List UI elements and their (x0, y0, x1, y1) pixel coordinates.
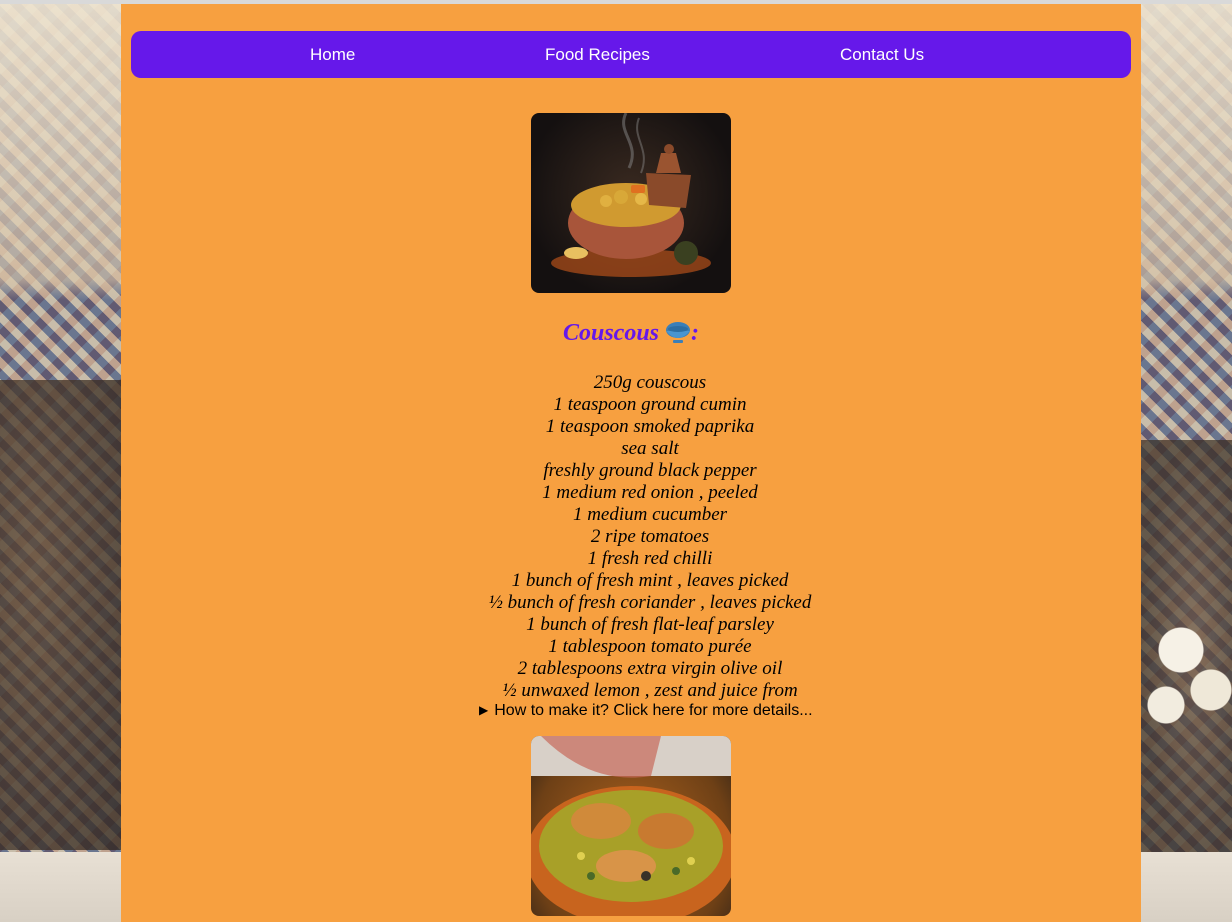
recipe-title: Couscous : (121, 320, 1141, 347)
ingredient-item: ½ bunch of fresh coriander , leaves pick… (488, 592, 812, 613)
ingredient-item: sea salt (621, 438, 679, 459)
nav-home-link[interactable]: Home (310, 31, 355, 78)
ingredient-item: 1 teaspoon ground cumin (553, 394, 747, 415)
ingredient-item: 1 medium cucumber (572, 504, 728, 525)
ingredient-item: 1 teaspoon smoked paprika (545, 416, 755, 437)
ingredient-item: 1 bunch of fresh flat-leaf parsley (526, 614, 774, 635)
recipe-title-colon: : (691, 320, 700, 346)
ingredient-item: 2 ripe tomatoes (590, 526, 710, 547)
ingredient-item: 250g couscous (593, 372, 707, 393)
content-panel: Home Food Recipes Contact Us Couscous: … (121, 4, 1141, 922)
ingredient-item: 1 bunch of fresh mint , leaves picked (511, 570, 789, 591)
details-summary-text: How to make it? Click here for more deta… (494, 702, 813, 719)
recipe-title-text: Couscous (562, 320, 660, 346)
ingredient-item: 1 fresh red chilli (587, 548, 713, 569)
nav-food-recipes-link[interactable]: Food Recipes (545, 31, 650, 78)
nav-contact-us-link[interactable]: Contact Us (840, 31, 924, 78)
background-chair (0, 380, 121, 850)
ingredient-item: 1 tablespoon tomato purée (548, 636, 752, 657)
tajine-photo (531, 736, 731, 916)
ingredients-list: 250g couscous 1 teaspoon ground cumin 1 … (121, 372, 1179, 702)
ingredient-item: freshly ground black pepper (543, 460, 757, 481)
ingredient-item: ½ unwaxed lemon , zest and juice from (502, 680, 798, 701)
disclosure-triangle-icon: ▶ (479, 703, 489, 717)
how-to-details-toggle[interactable]: ▶ How to make it? Click here for more det… (479, 702, 813, 720)
bowl-icon (666, 322, 691, 343)
ingredient-item: 2 tablespoons extra virgin olive oil (517, 658, 783, 679)
navbar: Home Food Recipes Contact Us (131, 31, 1131, 78)
couscous-photo (531, 113, 731, 293)
ingredient-item: 1 medium red onion , peeled (542, 482, 758, 503)
